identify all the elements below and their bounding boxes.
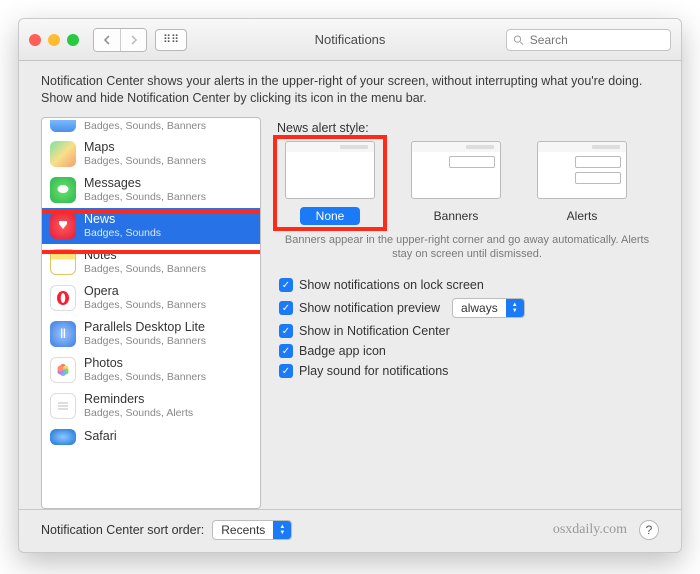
preview-banners xyxy=(411,141,501,199)
safari-icon xyxy=(50,429,76,445)
footer: Notification Center sort order: Recents … xyxy=(19,509,681,552)
updown-icon: ▲▼ xyxy=(273,521,291,539)
alert-style-none-label: None xyxy=(300,207,360,225)
app-item-notes[interactable]: Notes Badges, Sounds, Banners xyxy=(42,244,260,280)
check-notification-center[interactable]: ✓ Show in Notification Center xyxy=(279,324,659,338)
alert-style-alerts[interactable]: Alerts xyxy=(529,141,635,225)
messages-icon xyxy=(50,177,76,203)
news-icon xyxy=(50,213,76,239)
preview-select-value: always xyxy=(461,301,506,315)
description-text: Notification Center shows your alerts in… xyxy=(19,61,681,117)
help-button[interactable]: ? xyxy=(639,520,659,540)
app-item-opera[interactable]: Opera Badges, Sounds, Banners xyxy=(42,280,260,316)
maps-icon xyxy=(50,141,76,167)
app-item-label: Safari xyxy=(84,430,117,444)
titlebar: ⠿⠿ Notifications xyxy=(19,19,681,61)
app-item-label: Photos xyxy=(84,357,206,371)
app-item-sub: Badges, Sounds, Banners xyxy=(84,120,206,132)
search-field[interactable] xyxy=(506,29,671,51)
content-area: Badges, Sounds, Banners Maps Badges, Sou… xyxy=(19,117,681,509)
opera-icon xyxy=(50,285,76,311)
sort-order-select[interactable]: Recents ▲▼ xyxy=(212,520,292,540)
app-item-maps[interactable]: Maps Badges, Sounds, Banners xyxy=(42,136,260,172)
app-item-sub: Badges, Sounds, Banners xyxy=(84,371,206,383)
app-item-sub: Badges, Sounds xyxy=(84,227,161,239)
app-item-label: Reminders xyxy=(84,393,193,407)
check-badge[interactable]: ✓ Badge app icon xyxy=(279,344,659,358)
window-controls xyxy=(29,34,79,46)
alert-style-help: Banners appear in the upper-right corner… xyxy=(279,233,655,262)
app-icon xyxy=(50,120,76,132)
app-item-label: News xyxy=(84,213,161,227)
check-lock-screen[interactable]: ✓ Show notifications on lock screen xyxy=(279,278,659,292)
checkbox-checked-icon: ✓ xyxy=(279,324,293,338)
sort-order-label: Notification Center sort order: xyxy=(41,523,204,537)
check-label: Show notifications on lock screen xyxy=(299,278,484,292)
parallels-icon: || xyxy=(50,321,76,347)
app-item-sub: Badges, Sounds, Banners xyxy=(84,155,206,167)
check-sound[interactable]: ✓ Play sound for notifications xyxy=(279,364,659,378)
app-item-label: Messages xyxy=(84,177,206,191)
forward-button[interactable] xyxy=(120,29,146,51)
check-label: Badge app icon xyxy=(299,344,386,358)
check-label: Play sound for notifications xyxy=(299,364,448,378)
alert-style-alerts-label: Alerts xyxy=(552,207,612,225)
app-item-sub: Badges, Sounds, Banners xyxy=(84,191,206,203)
app-item-sub: Badges, Sounds, Banners xyxy=(84,299,206,311)
back-button[interactable] xyxy=(94,29,120,51)
settings-pane: News alert style: None Banners Alerts Ba… xyxy=(275,117,659,509)
preview-select[interactable]: always ▲▼ xyxy=(452,298,525,318)
app-item-sub: Badges, Sounds, Banners xyxy=(84,335,206,347)
minimize-window-button[interactable] xyxy=(48,34,60,46)
alert-style-label: News alert style: xyxy=(277,121,659,135)
alert-style-none[interactable]: None xyxy=(277,141,383,225)
app-item-reminders[interactable]: Reminders Badges, Sounds, Alerts xyxy=(42,388,260,424)
watermark: osxdaily.com xyxy=(553,522,627,538)
sort-order-value: Recents xyxy=(221,523,273,537)
check-label: Show notification preview xyxy=(299,301,440,315)
search-icon xyxy=(513,34,524,46)
checkbox-checked-icon: ✓ xyxy=(279,301,293,315)
close-window-button[interactable] xyxy=(29,34,41,46)
app-item-label: Notes xyxy=(84,249,206,263)
grid-icon: ⠿⠿ xyxy=(163,33,179,46)
app-item-label: Opera xyxy=(84,285,206,299)
nav-buttons xyxy=(93,28,147,52)
alert-style-banners-label: Banners xyxy=(420,207,493,225)
app-list[interactable]: Badges, Sounds, Banners Maps Badges, Sou… xyxy=(41,117,261,509)
updown-icon: ▲▼ xyxy=(506,299,524,317)
check-preview[interactable]: ✓ Show notification preview always ▲▼ xyxy=(279,298,659,318)
photos-icon xyxy=(50,357,76,383)
app-item-news[interactable]: News Badges, Sounds xyxy=(42,208,260,244)
app-item-sub: Badges, Sounds, Alerts xyxy=(84,407,193,419)
check-label: Show in Notification Center xyxy=(299,324,450,338)
app-item-safari[interactable]: Safari xyxy=(42,424,260,446)
checkbox-checked-icon: ✓ xyxy=(279,344,293,358)
app-item-sub: Badges, Sounds, Banners xyxy=(84,263,206,275)
checkbox-checked-icon: ✓ xyxy=(279,278,293,292)
preview-alerts xyxy=(537,141,627,199)
app-item-photos[interactable]: Photos Badges, Sounds, Banners xyxy=(42,352,260,388)
app-item-parallels[interactable]: || Parallels Desktop Lite Badges, Sounds… xyxy=(42,316,260,352)
notes-icon xyxy=(50,249,76,275)
preferences-window: ⠿⠿ Notifications Notification Center sho… xyxy=(18,18,682,553)
app-item[interactable]: Badges, Sounds, Banners xyxy=(42,118,260,136)
reminders-icon xyxy=(50,393,76,419)
app-item-label: Maps xyxy=(84,141,206,155)
zoom-window-button[interactable] xyxy=(67,34,79,46)
preview-none xyxy=(285,141,375,199)
search-input[interactable] xyxy=(528,32,664,48)
checkbox-checked-icon: ✓ xyxy=(279,364,293,378)
app-item-label: Parallels Desktop Lite xyxy=(84,321,206,335)
alert-style-banners[interactable]: Banners xyxy=(403,141,509,225)
show-all-button[interactable]: ⠿⠿ xyxy=(155,29,187,51)
app-item-messages[interactable]: Messages Badges, Sounds, Banners xyxy=(42,172,260,208)
